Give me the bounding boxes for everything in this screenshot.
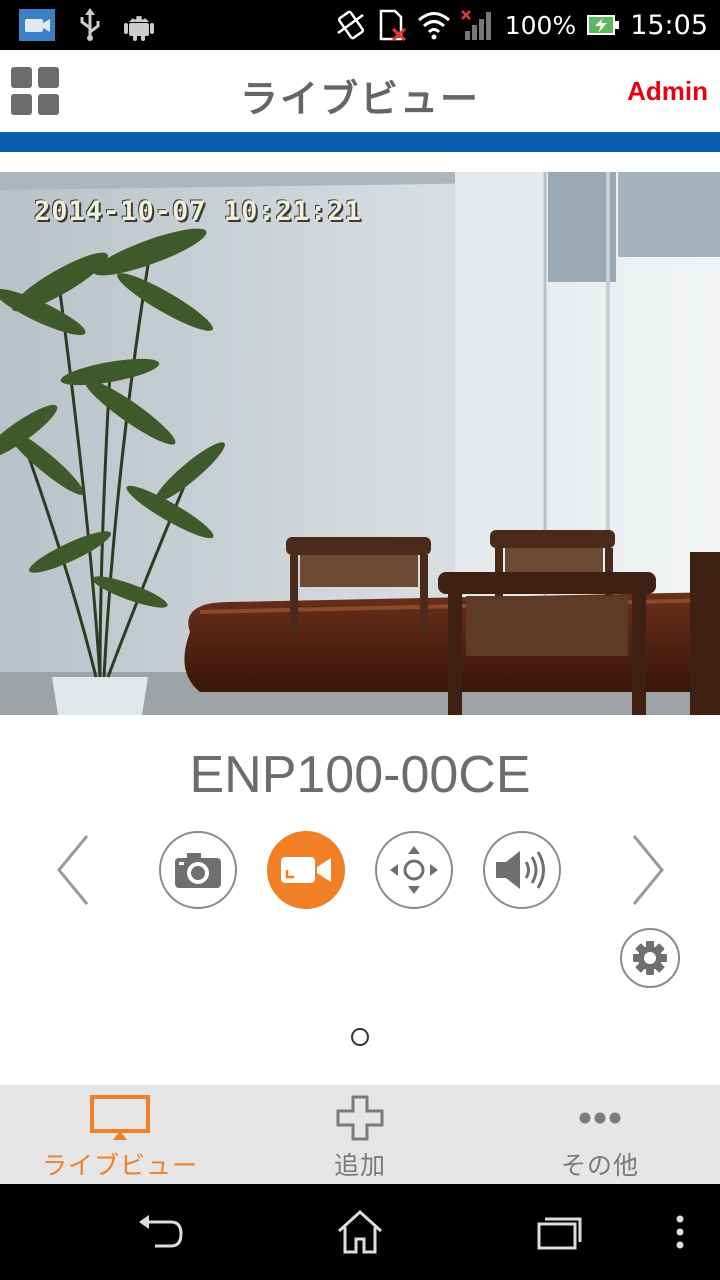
video-record-icon xyxy=(281,857,331,883)
monitor-icon xyxy=(90,1095,150,1140)
back-icon xyxy=(139,1215,183,1248)
speaker-button[interactable] xyxy=(483,831,561,909)
more-icon xyxy=(579,1112,621,1124)
gear-icon xyxy=(633,941,667,975)
tab-label: 追加 xyxy=(333,1151,386,1180)
record-video-button[interactable] xyxy=(267,831,345,909)
wifi-icon xyxy=(417,12,450,40)
home-button[interactable] xyxy=(330,1206,390,1258)
video-timestamp: 2014-10-07 10:21:21 xyxy=(34,196,362,227)
clock: 15:05 xyxy=(630,9,708,41)
tab-label: ライブビュー xyxy=(41,1151,198,1180)
android-debug-icon xyxy=(124,16,154,41)
vibrate-icon xyxy=(336,10,364,40)
tab-add[interactable]: 追加 xyxy=(240,1085,480,1184)
page-title: ライブビュー xyxy=(239,77,480,121)
app-header: ライブビュー Admin xyxy=(0,50,720,132)
tab-label: その他 xyxy=(560,1151,639,1180)
recent-apps-icon xyxy=(537,1217,582,1250)
pan-tilt-icon xyxy=(390,846,438,894)
user-label[interactable]: Admin xyxy=(627,76,708,107)
tab-more[interactable]: その他 xyxy=(480,1085,720,1184)
camera-icon xyxy=(175,853,221,888)
usb-icon xyxy=(80,8,100,41)
back-button[interactable] xyxy=(130,1206,190,1258)
overflow-menu-icon xyxy=(676,1215,684,1249)
status-bar: 100% 15:05 xyxy=(0,0,720,50)
battery-percent: 100% xyxy=(504,10,577,40)
app-screen: 100% 15:05 ライブビュー Admin 2014-10-07 10:21… xyxy=(0,0,720,1280)
header-divider xyxy=(0,132,720,152)
tab-live-view[interactable]: ライブビュー xyxy=(0,1085,240,1184)
pan-tilt-button[interactable] xyxy=(375,831,453,909)
bottom-tab-bar: ライブビュー 追加 その他 xyxy=(0,1085,720,1184)
speaker-icon xyxy=(496,851,545,889)
system-nav-bar xyxy=(0,1184,720,1280)
system-icons: 100% 15:05 xyxy=(335,8,708,42)
page-indicator xyxy=(351,1028,369,1046)
sim-missing-icon xyxy=(379,9,406,41)
live-video-feed[interactable]: 2014-10-07 10:21:21 xyxy=(0,172,720,715)
previous-camera-icon[interactable] xyxy=(53,832,93,908)
home-icon xyxy=(337,1209,383,1254)
menu-button[interactable] xyxy=(652,1206,708,1258)
app-notification-icon xyxy=(19,9,55,41)
camera-scene xyxy=(0,172,720,715)
next-camera-icon[interactable] xyxy=(628,832,668,908)
camera-name: ENP100-00CE xyxy=(189,746,531,804)
snapshot-button[interactable] xyxy=(159,831,237,909)
signal-icon xyxy=(460,10,491,40)
recent-apps-button[interactable] xyxy=(530,1206,590,1258)
battery-charging-icon xyxy=(587,15,620,35)
camera-settings-button[interactable] xyxy=(620,928,680,988)
notification-icons xyxy=(18,8,154,42)
plus-icon xyxy=(336,1095,384,1141)
